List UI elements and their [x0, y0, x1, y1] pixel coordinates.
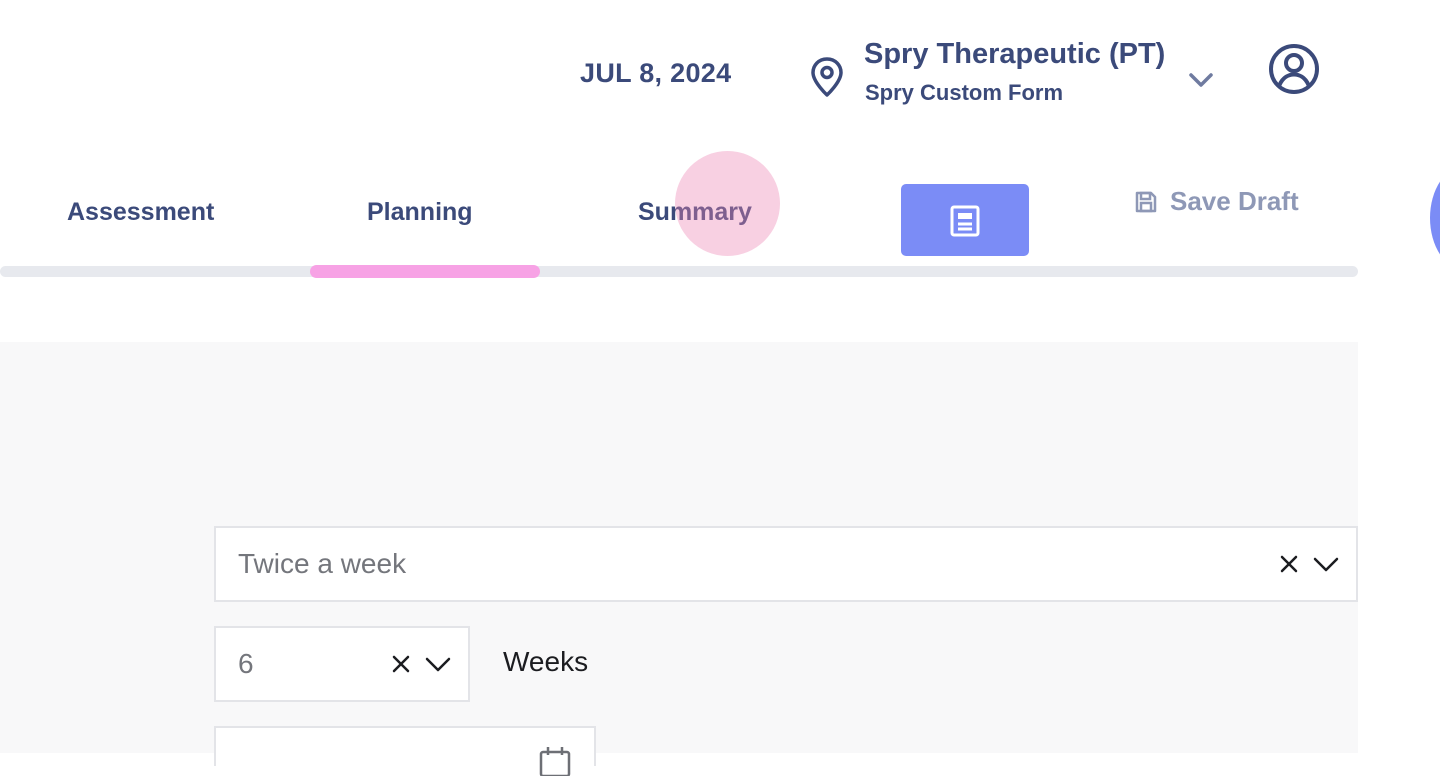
clinic-form-name: Spry Custom Form — [865, 80, 1064, 105]
calendar-icon[interactable] — [538, 746, 572, 776]
active-tab-indicator — [310, 265, 540, 278]
date-input[interactable] — [214, 726, 596, 776]
tab-assessment[interactable]: Assessment — [67, 198, 214, 227]
chevron-down-icon[interactable] — [1186, 66, 1216, 94]
tab-summary[interactable]: Summary — [638, 198, 752, 227]
save-draft-button[interactable]: Save Draft — [1134, 186, 1299, 217]
floating-action-button[interactable] — [1430, 166, 1440, 270]
user-circle-icon[interactable] — [1268, 43, 1320, 95]
document-icon — [950, 205, 980, 237]
clinic-name[interactable]: Spry Therapeutic (PT) — [864, 38, 1165, 71]
close-icon[interactable] — [390, 653, 412, 675]
chevron-down-icon[interactable] — [424, 656, 452, 674]
frequency-value: Twice a week — [238, 548, 407, 579]
note-preview-button[interactable] — [901, 184, 1029, 256]
map-pin-icon — [811, 57, 843, 97]
duration-value: 6 — [238, 648, 254, 679]
floppy-disk-icon — [1135, 191, 1157, 212]
duration-select[interactable]: 6 — [214, 626, 470, 702]
visit-date: JUL 8, 2024 — [580, 58, 732, 88]
tab-track — [0, 266, 1358, 277]
close-icon[interactable] — [1278, 553, 1300, 575]
frequency-select[interactable]: Twice a week — [214, 526, 1358, 602]
duration-unit-label: Weeks — [503, 646, 589, 677]
chevron-down-icon[interactable] — [1312, 556, 1340, 574]
save-draft-label: Save Draft — [1170, 186, 1299, 216]
tab-planning[interactable]: Planning — [367, 198, 473, 227]
